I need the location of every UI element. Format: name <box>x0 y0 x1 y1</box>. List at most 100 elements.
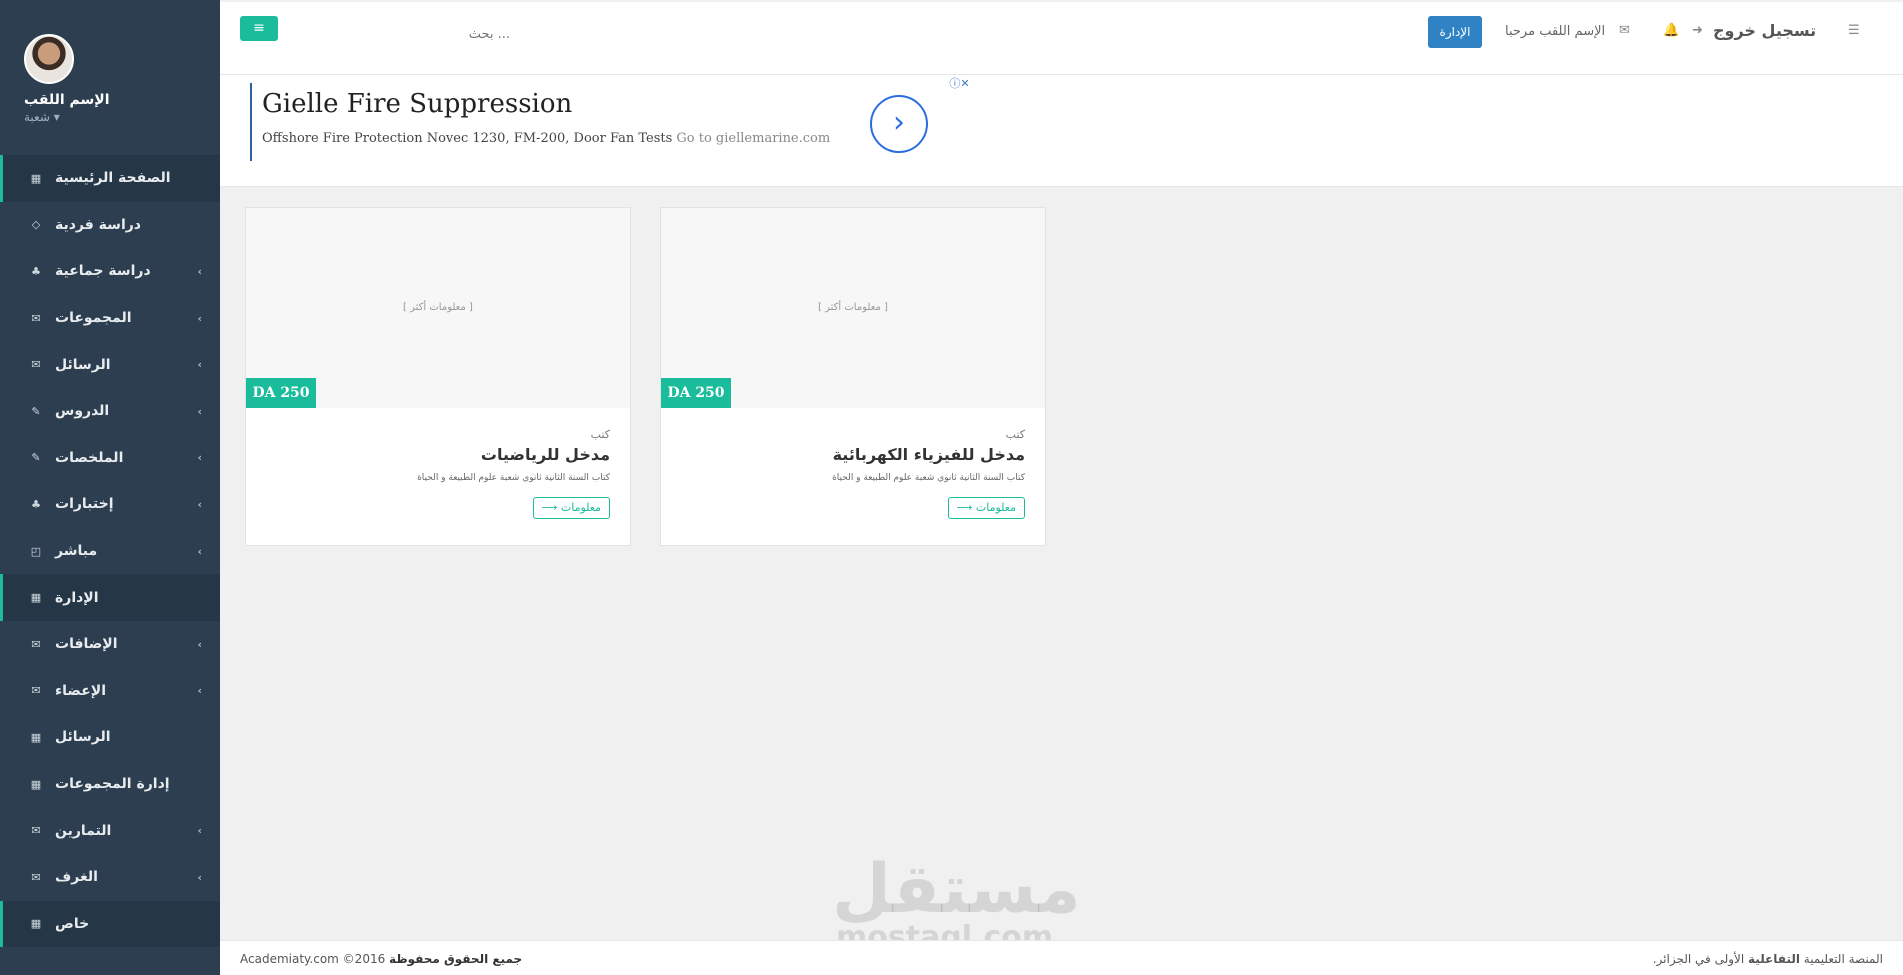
ad-arrow-button[interactable]: › <box>870 95 928 153</box>
sidebar-item-label: التمارين <box>55 822 112 839</box>
chevron-icon: ‹ <box>197 404 202 418</box>
sidebar-item-label: الإدارة <box>55 589 99 606</box>
menu-item-icon: ▦ <box>30 171 42 185</box>
sidebar-item[interactable]: ✉ التمارين ‹ <box>0 807 220 854</box>
card-image[interactable]: [ معلومات أكثر ] DA 250 <box>246 208 630 408</box>
card-title[interactable]: مدخل للرياضيات <box>266 445 610 464</box>
product-card: [ معلومات أكثر ] DA 250 كتب مدخل للفيزيا… <box>660 207 1046 546</box>
greeting-text: الإسم اللقب مرحبا <box>1505 24 1606 39</box>
sidebar-item-label: إدارة المجموعات <box>55 776 170 793</box>
menu-item-icon: ✉ <box>31 637 41 651</box>
mail-icon[interactable]: ✉ <box>1619 23 1630 38</box>
info-button[interactable]: معلومات ⟶ <box>947 497 1025 519</box>
more-info-placeholder: [ معلومات أكثر ] <box>403 302 473 313</box>
sidebar-item[interactable]: ◰ مباشر ‹ <box>0 528 220 575</box>
sidebar-item-label: الرسائل <box>55 729 111 746</box>
info-button[interactable]: معلومات ⟶ <box>532 497 610 519</box>
ad-text: Offshore Fire Protection Novec 1230, FM-… <box>262 131 830 146</box>
menu-item-icon: ✉ <box>31 824 41 838</box>
card-image[interactable]: [ معلومات أكثر ] DA 250 <box>661 208 1045 408</box>
sidebar-item[interactable]: ▦ الإدارة <box>0 574 220 621</box>
ad-link[interactable]: Go to giellemarine.com <box>676 131 830 146</box>
sidebar-item-label: الملخصات <box>55 449 124 466</box>
sidebar-item[interactable]: ▦ إدارة المجموعات <box>0 761 220 808</box>
chevron-icon: ‹ <box>197 870 202 884</box>
ad-choices-icon[interactable]: ⓘ✕ <box>943 75 976 92</box>
logout-icon[interactable]: ➜ <box>1692 23 1703 38</box>
price-tag: DA 250 <box>661 378 731 408</box>
card-body: كتب مدخل للرياضيات كتاب السنة الثانية ثا… <box>246 408 630 519</box>
menu-item-icon: ✉ <box>31 870 41 884</box>
chevron-icon: ‹ <box>197 684 202 698</box>
sidebar-item-label: المجموعات <box>55 310 132 327</box>
sidebar-menu: ▦ الصفحة الرئيسية ◇ دراسة فردية ♣ دراسة جماعي… <box>0 155 220 948</box>
sidebar-item[interactable]: ✉ المجموعات ‹ <box>0 295 220 342</box>
ad-title[interactable]: Gielle Fire Suppression <box>262 89 572 119</box>
menu-item-icon: ✉ <box>31 684 41 698</box>
menu-item-icon: ▦ <box>30 917 42 931</box>
admin-button[interactable]: الإدارة <box>1428 16 1482 48</box>
product-card: [ معلومات أكثر ] DA 250 كتب مدخل للرياضي… <box>245 207 631 546</box>
footer-copyright: Academiaty.com ©2016 جميع الحقوق محفوظة <box>240 952 522 966</box>
chevron-icon: ‹ <box>197 264 202 278</box>
price-tag: DA 250 <box>246 378 316 408</box>
sidebar-item[interactable]: ✉ الرسائل ‹ <box>0 341 220 388</box>
hamburger-icon: ≡ <box>253 20 265 36</box>
sidebar-item[interactable]: ✉ الإعضاء ‹ <box>0 668 220 715</box>
profile-name: الإسم اللقب <box>24 92 110 108</box>
list-icon[interactable]: ☰ <box>1848 23 1860 38</box>
sidebar-item[interactable]: ✉ الغرف ‹ <box>0 854 220 901</box>
chevron-icon: ‹ <box>197 824 202 838</box>
profile-panel: الإسم اللقب شعبة ▾ <box>0 0 220 155</box>
sidebar-item-label: الصفحة الرئيسية <box>55 170 171 187</box>
bell-icon[interactable]: 🔔 <box>1663 23 1679 38</box>
menu-item-icon: ◇ <box>31 218 41 232</box>
sidebar-item[interactable]: ◇ دراسة فردية <box>0 202 220 249</box>
profile-role-label: شعبة <box>24 110 50 124</box>
sidebar-item-label: دراسة فردية <box>55 216 141 233</box>
card-description: كتاب السنة الثانية ثانوي شعبة علوم الطبي… <box>832 473 1025 483</box>
menu-toggle-button[interactable]: ≡ <box>240 16 278 41</box>
search-input[interactable] <box>290 22 510 46</box>
menu-item-icon: ◰ <box>30 544 42 558</box>
sidebar-item-label: الدروس <box>55 403 110 420</box>
sidebar-item[interactable]: ▦ الرسائل <box>0 714 220 761</box>
footer-tagline-pre: المنصة التعليمية <box>1803 952 1883 966</box>
more-info-placeholder: [ معلومات أكثر ] <box>818 302 888 313</box>
card-body: كتب مدخل للفيزياء الكهربائية كتاب السنة … <box>661 408 1045 519</box>
chevron-icon: ‹ <box>197 311 202 325</box>
menu-item-icon: ▦ <box>30 777 42 791</box>
sidebar-item[interactable]: ✉ الإضافات ‹ <box>0 621 220 668</box>
menu-item-icon: ♣ <box>31 497 41 511</box>
sidebar-item[interactable]: ▦ الصفحة الرئيسية <box>0 155 220 202</box>
sidebar-item-label: خاص <box>55 915 90 932</box>
footer-tagline-post: الأولى في الجزائر. <box>1652 952 1745 966</box>
ad-accent-bar <box>250 83 252 161</box>
logout-link[interactable]: تسجيل خروج <box>1713 21 1816 40</box>
sidebar-item[interactable]: ♣ إختبارات ‹ <box>0 481 220 528</box>
watermark-logo: مستقل <box>832 850 1081 929</box>
sidebar-item[interactable]: ▦ خاص <box>0 900 220 948</box>
chevron-icon: ‹ <box>197 358 202 372</box>
caret-down-icon: ▾ <box>53 110 60 124</box>
top-navbar: ≡ الإدارة الإسم اللقب مرحبا ✉ 🔔 ➜ تسجيل … <box>220 2 1903 75</box>
sidebar-item-label: الرسائل <box>55 356 111 373</box>
profile-role-dropdown[interactable]: شعبة ▾ <box>24 110 220 124</box>
footer-rights: جميع الحقوق محفوظة <box>389 952 523 966</box>
sidebar: الإسم اللقب شعبة ▾ ▦ الصفحة الرئيسية ◇ دراس… <box>0 0 220 975</box>
avatar[interactable] <box>24 34 74 84</box>
sidebar-item[interactable]: ✎ الدروس ‹ <box>0 388 220 435</box>
menu-item-icon: ▦ <box>30 730 42 744</box>
menu-item-icon: ✎ <box>31 451 41 465</box>
sidebar-item-label: دراسة جماعية <box>55 263 151 280</box>
chevron-icon: ‹ <box>197 544 202 558</box>
menu-item-icon: ✎ <box>31 404 41 418</box>
sidebar-item-label: الإعضاء <box>55 682 106 699</box>
sidebar-item-label: الإضافات <box>55 636 118 653</box>
ad-banner[interactable]: Gielle Fire Suppression Offshore Fire Pr… <box>220 75 1903 187</box>
sidebar-item[interactable]: ♣ دراسة جماعية ‹ <box>0 248 220 295</box>
sidebar-item[interactable]: ✎ الملخصات ‹ <box>0 435 220 482</box>
card-title[interactable]: مدخل للفيزياء الكهربائية <box>681 445 1025 464</box>
footer-site: Academiaty.com ©2016 <box>240 952 386 966</box>
ad-description: Offshore Fire Protection Novec 1230, FM-… <box>262 131 673 146</box>
